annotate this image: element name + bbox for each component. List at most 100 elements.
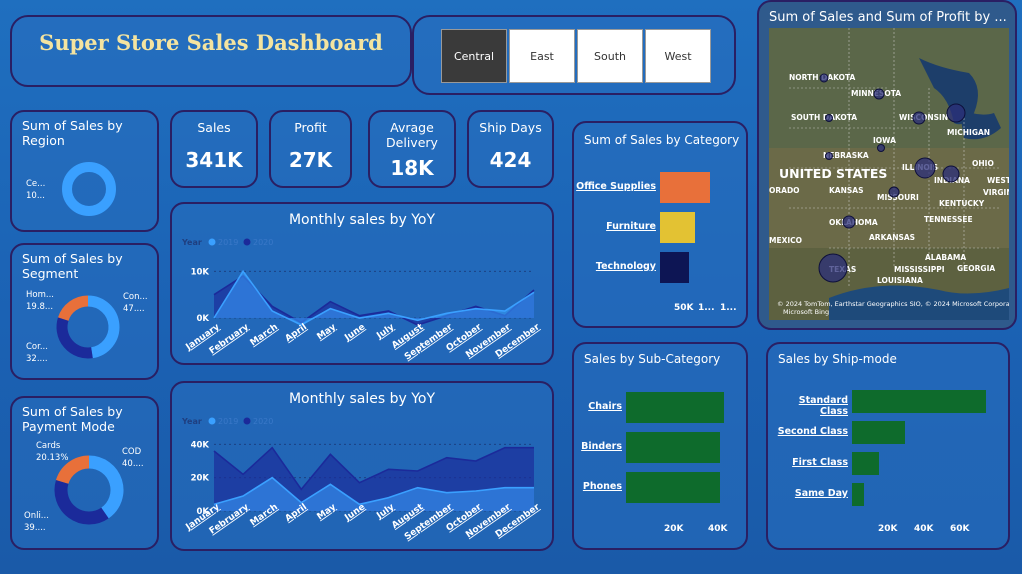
x-tick-label: 20K — [664, 524, 684, 534]
map-state-label: MICHIGAN — [947, 128, 990, 137]
slicer-option-central[interactable]: Central — [441, 29, 507, 83]
bar[interactable] — [626, 472, 720, 503]
legend-label-2020: 2020 — [253, 238, 273, 247]
bar-label: Same Day — [794, 487, 848, 499]
segment-donut[interactable] — [50, 289, 126, 365]
bar[interactable] — [626, 392, 724, 423]
monthly-profit-card: Monthly sales by YoY Year 2019 2020 10K 0K Ja… — [170, 202, 554, 365]
segment-label-corporate: Cor... — [26, 342, 48, 352]
donut-slice-corporate[interactable] — [56, 317, 93, 359]
map-country-label: UNITED STATES — [779, 166, 887, 181]
bar-label: Phones — [582, 480, 622, 492]
region-chart-card: Sum of Sales by Region Ce... 10... — [10, 110, 159, 232]
map-bing-label: Microsoft Bing — [783, 308, 829, 316]
bar[interactable] — [660, 252, 690, 283]
payment-chart-title: Sum of Sales by Payment Mode — [22, 404, 123, 434]
legend-label-2020: 2020 — [253, 417, 273, 426]
map-canvas[interactable]: NORTH DAKOTA MINNESOTA SOUTH DAKOTA WISC… — [769, 28, 1009, 320]
slicer-option-east[interactable]: East — [509, 29, 575, 83]
x-tick-label: April — [284, 322, 309, 344]
category-chart-title: Sum of Sales by Category — [584, 133, 740, 147]
map-bubble — [825, 152, 833, 160]
payment-donut[interactable] — [49, 450, 129, 530]
bar[interactable] — [852, 421, 906, 444]
x-tick-label: 1... — [698, 303, 715, 313]
payment-label-online: Onli... — [24, 511, 49, 521]
donut-slice-central — [62, 162, 116, 216]
map-visual[interactable]: Sum of Sales and Sum of Profit by ... NO… — [757, 0, 1017, 330]
y-tick-label: 40K — [191, 440, 210, 450]
donut-slice-home-office[interactable] — [58, 295, 89, 322]
region-slicer: Central East South West — [412, 15, 736, 95]
map-bubble — [842, 215, 856, 229]
payment-chart-card: Sum of Sales by Payment Mode Cards 20.13… — [10, 396, 159, 550]
slicer-option-west[interactable]: West — [645, 29, 711, 83]
payment-legend-online: Onli... 39.... — [24, 510, 49, 534]
legend-marker-2020 — [243, 238, 251, 246]
kpi-avg-delivery-label: Avrage Delivery — [386, 120, 438, 150]
x-tick-label: 40K — [708, 524, 728, 534]
legend-marker-2019 — [208, 238, 216, 246]
x-tick-label: May — [315, 322, 338, 342]
legend-marker-2019 — [208, 417, 216, 425]
chart-legend: Year 2019 2020 — [181, 417, 273, 426]
map-state-label: LOUISIANA — [877, 276, 923, 285]
map-bubble — [942, 165, 960, 183]
bar-label: Binders — [581, 440, 622, 452]
category-chart-card: Sum of Sales by Category Office Supplies… — [572, 121, 748, 328]
bar-label: Furniture — [606, 220, 656, 232]
bar[interactable] — [852, 390, 986, 413]
subcategory-chart-card: Sales by Sub-Category Chairs Binders Phone… — [572, 342, 748, 550]
bar[interactable] — [660, 172, 710, 203]
x-tick-label: 50K — [674, 303, 694, 313]
bar-label: First Class — [792, 456, 848, 468]
map-state-label: KANSAS — [829, 186, 864, 195]
donut-slice-online[interactable] — [54, 479, 109, 525]
shipmode-chart-title: Sales by Ship-mode — [778, 352, 897, 366]
bar-label: Second Class — [777, 425, 848, 437]
kpi-ship-days-card: Ship Days 424 — [467, 110, 554, 188]
kpi-sales-value: 341K — [185, 148, 243, 172]
dashboard-title: Super Store Sales Dashboard — [39, 30, 383, 55]
kpi-avg-delivery-value: 18K — [390, 156, 434, 180]
kpi-profit-card: Profit 27K — [269, 110, 352, 188]
map-state-label: MEXICO — [769, 236, 802, 245]
kpi-profit-value: 27K — [288, 148, 333, 172]
bar[interactable] — [626, 432, 720, 463]
segment-label-consumer: Con... — [123, 292, 148, 302]
map-state-label: IOWA — [873, 136, 896, 145]
x-tick-label: 20K — [878, 524, 898, 534]
subcategory-chart-title: Sales by Sub-Category — [584, 352, 721, 366]
monthly-profit-title: Monthly sales by YoY — [288, 212, 436, 228]
map-state-label: VIRGINIA — [983, 188, 1009, 197]
donut-slice-consumer[interactable] — [87, 295, 120, 359]
y-tick-label: 10K — [191, 267, 210, 277]
y-tick-label: 20K — [191, 474, 210, 484]
kpi-ship-days-value: 424 — [489, 148, 532, 172]
bar[interactable] — [852, 452, 879, 475]
donut-slice-cod[interactable] — [88, 455, 124, 519]
map-state-label: OHIO — [972, 159, 994, 168]
y-tick-label: 0K — [196, 314, 209, 324]
segment-value-corporate: 32.... — [26, 354, 48, 364]
donut-slice-cards[interactable] — [55, 455, 90, 485]
monthly-sales-card: Monthly sales by YoY Year 2019 2020 40K 20K 0… — [170, 381, 554, 551]
map-title: Sum of Sales and Sum of Profit by ... — [769, 10, 1007, 25]
map-bubble — [946, 103, 966, 123]
legend-marker-2020 — [243, 417, 251, 425]
bar[interactable] — [852, 483, 864, 506]
region-chart-title: Sum of Sales by Region — [22, 118, 123, 148]
payment-value-online: 39.... — [24, 523, 46, 533]
map-state-label: MISSISSIPPI — [894, 265, 945, 274]
bar[interactable] — [660, 212, 696, 243]
slicer-option-south[interactable]: South — [577, 29, 643, 83]
map-state-label: KENTUCKY — [939, 199, 985, 208]
x-tick-label: 40K — [914, 524, 934, 534]
kpi-avg-delivery-card: Avrage Delivery 18K — [368, 110, 456, 188]
chart-legend: Year 2019 2020 — [181, 238, 273, 247]
kpi-ship-days-label: Ship Days — [479, 120, 542, 135]
monthly-sales-chart[interactable]: Year 2019 202040K20K0KJanuaryFebruaryMarch… — [172, 411, 552, 551]
monthly-profit-chart[interactable]: Year 2019 202010K0KJanuaryFebruaryMarch Apr… — [172, 232, 552, 365]
region-donut[interactable] — [54, 154, 124, 224]
legend-label-2019: 2019 — [218, 417, 238, 426]
